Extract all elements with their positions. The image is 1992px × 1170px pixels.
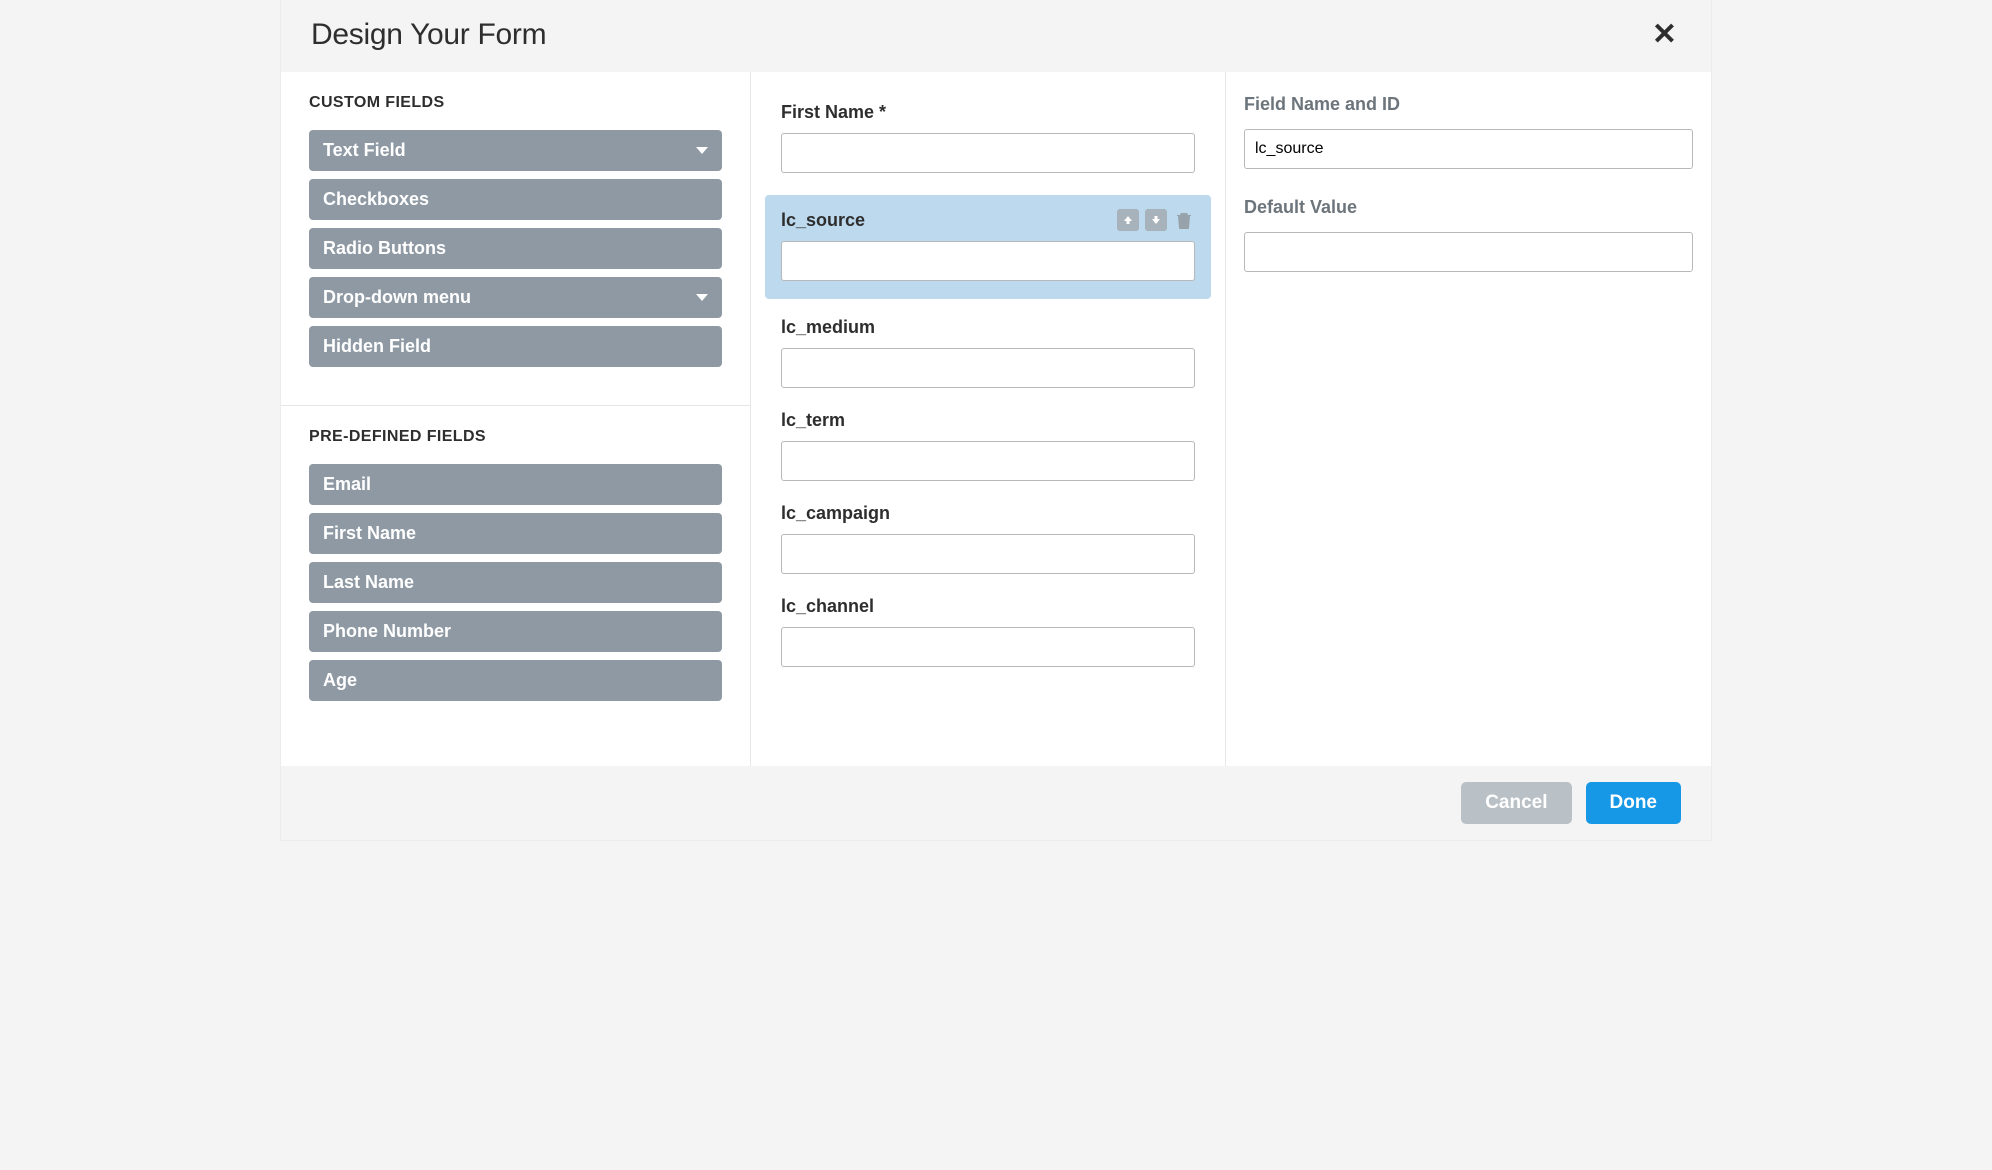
palette-item-label: Email — [323, 474, 371, 495]
field-input[interactable] — [781, 241, 1195, 281]
palette-item-label: Age — [323, 670, 357, 691]
field-input[interactable] — [781, 348, 1195, 388]
close-button[interactable]: ✕ — [1648, 18, 1681, 52]
palette-first-name[interactable]: First Name — [309, 513, 722, 554]
field-label: lc_channel — [781, 596, 874, 617]
palette-item-label: Text Field — [323, 140, 406, 161]
modal-body: CUSTOM FIELDS Text Field Checkboxes Radi… — [281, 72, 1711, 766]
palette-dropdown-menu[interactable]: Drop-down menu — [309, 277, 722, 318]
palette-item-label: Phone Number — [323, 621, 451, 642]
palette-email[interactable]: Email — [309, 464, 722, 505]
form-canvas: First Name * lc_source — [751, 72, 1226, 766]
palette-radio-buttons[interactable]: Radio Buttons — [309, 228, 722, 269]
custom-fields-title: CUSTOM FIELDS — [309, 94, 722, 112]
canvas-field[interactable]: lc_medium — [765, 309, 1211, 402]
delete-field-button[interactable] — [1173, 209, 1195, 231]
field-name-group: Field Name and ID — [1244, 94, 1693, 169]
field-label: First Name * — [781, 102, 886, 123]
move-up-button[interactable] — [1117, 209, 1139, 231]
form-designer-modal: Design Your Form ✕ CUSTOM FIELDS Text Fi… — [281, 0, 1711, 840]
palette-hidden-field[interactable]: Hidden Field — [309, 326, 722, 367]
field-name-input[interactable] — [1244, 129, 1693, 169]
field-label: lc_medium — [781, 317, 875, 338]
palette-age[interactable]: Age — [309, 660, 722, 701]
canvas-field-selected[interactable]: lc_source — [765, 195, 1211, 299]
done-button[interactable]: Done — [1586, 782, 1682, 824]
palette-item-label: Hidden Field — [323, 336, 431, 357]
field-name-label: Field Name and ID — [1244, 94, 1693, 115]
modal-title: Design Your Form — [311, 18, 546, 52]
field-label: lc_campaign — [781, 503, 890, 524]
field-label: lc_source — [781, 210, 865, 231]
palette-last-name[interactable]: Last Name — [309, 562, 722, 603]
caret-down-icon — [696, 294, 708, 301]
canvas-field[interactable]: First Name * — [765, 94, 1211, 187]
default-value-label: Default Value — [1244, 197, 1693, 218]
field-label: lc_term — [781, 410, 845, 431]
field-input[interactable] — [781, 441, 1195, 481]
palette-item-label: Drop-down menu — [323, 287, 471, 308]
palette-item-label: Last Name — [323, 572, 414, 593]
palette-item-label: Checkboxes — [323, 189, 429, 210]
trash-icon — [1176, 211, 1192, 229]
predefined-fields-section: PRE-DEFINED FIELDS Email First Name Last… — [281, 405, 750, 739]
cancel-button[interactable]: Cancel — [1461, 782, 1571, 824]
field-actions — [1117, 209, 1195, 231]
canvas-field[interactable]: lc_term — [765, 402, 1211, 495]
custom-fields-section: CUSTOM FIELDS Text Field Checkboxes Radi… — [281, 72, 750, 405]
arrow-down-icon — [1151, 215, 1161, 225]
modal-header: Design Your Form ✕ — [281, 0, 1711, 72]
default-value-group: Default Value — [1244, 197, 1693, 272]
close-icon: ✕ — [1652, 18, 1677, 51]
fields-palette: CUSTOM FIELDS Text Field Checkboxes Radi… — [281, 72, 751, 766]
move-down-button[interactable] — [1145, 209, 1167, 231]
canvas-field[interactable]: lc_channel — [765, 588, 1211, 681]
field-properties-panel: Field Name and ID Default Value — [1226, 72, 1711, 766]
field-input[interactable] — [781, 534, 1195, 574]
caret-down-icon — [696, 147, 708, 154]
default-value-input[interactable] — [1244, 232, 1693, 272]
palette-item-label: Radio Buttons — [323, 238, 446, 259]
canvas-field[interactable]: lc_campaign — [765, 495, 1211, 588]
palette-checkboxes[interactable]: Checkboxes — [309, 179, 722, 220]
arrow-up-icon — [1123, 215, 1133, 225]
palette-phone-number[interactable]: Phone Number — [309, 611, 722, 652]
field-input[interactable] — [781, 627, 1195, 667]
predefined-fields-title: PRE-DEFINED FIELDS — [309, 428, 722, 446]
modal-footer: Cancel Done — [281, 766, 1711, 840]
field-input[interactable] — [781, 133, 1195, 173]
palette-item-label: First Name — [323, 523, 416, 544]
palette-text-field[interactable]: Text Field — [309, 130, 722, 171]
